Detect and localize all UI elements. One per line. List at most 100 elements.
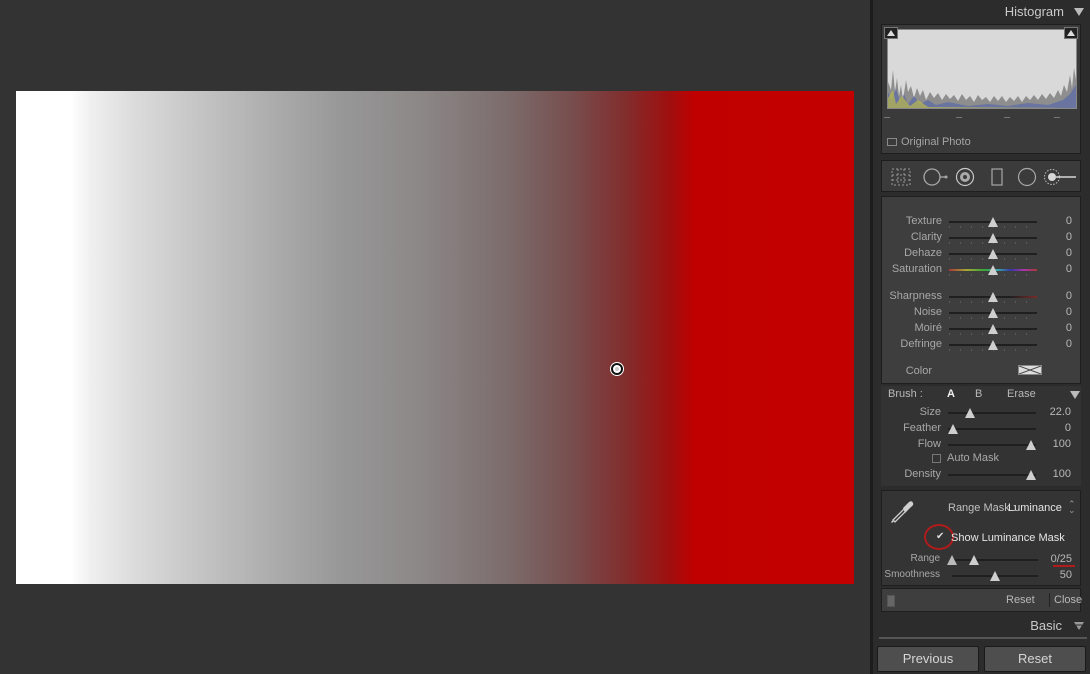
image-canvas[interactable]: [0, 0, 870, 674]
color-row: Color: [882, 364, 1082, 380]
histogram-collapse-icon[interactable]: [1074, 8, 1084, 16]
adjustment-brush-icon[interactable]: [1044, 167, 1078, 187]
clarity-value[interactable]: 0: [1066, 231, 1072, 243]
dehaze-value[interactable]: 0: [1066, 247, 1072, 259]
brush-collapse-icon[interactable]: [1070, 391, 1080, 399]
basic-panel-title[interactable]: Basic: [1030, 618, 1062, 633]
flow-slider[interactable]: [948, 444, 1036, 446]
moire-slider-thumb[interactable]: [988, 324, 998, 334]
histogram-readout-dash: [884, 117, 890, 118]
photo-gradient-preview[interactable]: [16, 91, 854, 584]
lightroom-develop-window: Histogram Original Photo Texture 0 Clari…: [0, 0, 1090, 674]
color-swatch[interactable]: [1018, 365, 1042, 375]
previous-button[interactable]: Previous: [877, 646, 979, 672]
size-slider-thumb[interactable]: [965, 408, 975, 418]
highlight-clipping-toggle[interactable]: [1064, 27, 1078, 39]
crop-icon[interactable]: [922, 167, 948, 187]
sharpness-row: Sharpness 0: [882, 289, 1082, 305]
brush-a-tab[interactable]: A: [947, 388, 955, 400]
noise-label: Noise: [913, 306, 942, 318]
saturation-label: Saturation: [891, 263, 942, 275]
brush-erase-tab[interactable]: Erase: [1007, 388, 1036, 400]
brush-b-tab[interactable]: B: [975, 388, 982, 400]
smoothness-row: Smoothness 50: [882, 568, 1082, 584]
clarity-row: Clarity 0: [882, 230, 1082, 246]
range-slider-thumb-right[interactable]: [969, 555, 979, 565]
density-slider-thumb[interactable]: [1026, 470, 1036, 480]
sharpness-value[interactable]: 0: [1066, 290, 1072, 302]
density-row: Density 100: [881, 467, 1081, 483]
range-label: Range: [910, 553, 940, 564]
saturation-slider-thumb[interactable]: [988, 265, 998, 275]
dehaze-slider-thumb[interactable]: [988, 249, 998, 259]
reset-button[interactable]: Reset: [984, 646, 1086, 672]
histogram-title[interactable]: Histogram: [1005, 4, 1064, 19]
annotation-circle: [924, 524, 954, 550]
moire-value[interactable]: 0: [1066, 322, 1072, 334]
feather-row: Feather 0: [881, 421, 1081, 437]
noise-value[interactable]: 0: [1066, 306, 1072, 318]
flow-label: Flow: [917, 438, 941, 450]
defringe-slider-thumb[interactable]: [988, 340, 998, 350]
auto-mask-checkbox[interactable]: [932, 454, 941, 463]
mask-close-button[interactable]: Close: [1054, 594, 1082, 606]
histogram-readout-dash: [1054, 117, 1060, 118]
range-mask-label: Range Mask :: [948, 502, 1016, 514]
feather-slider[interactable]: [948, 428, 1036, 430]
shadow-clipping-toggle[interactable]: [884, 27, 898, 39]
range-slider-thumb-left[interactable]: [947, 555, 957, 565]
texture-value[interactable]: 0: [1066, 215, 1072, 227]
smoothness-slider-thumb[interactable]: [990, 571, 1000, 581]
auto-mask-label: Auto Mask: [947, 452, 999, 464]
feather-value[interactable]: 0: [1065, 422, 1071, 434]
feather-label: Feather: [903, 422, 941, 434]
brush-settings: Brush : A B Erase Size 22.0 Feather 0 Fl…: [881, 386, 1081, 486]
grid-overlay-icon[interactable]: [890, 167, 912, 187]
mask-reset-button[interactable]: Reset: [1006, 594, 1035, 606]
density-value[interactable]: 100: [1053, 468, 1071, 480]
radial-filter-icon[interactable]: [1016, 167, 1038, 187]
histogram-readout-dash: [1004, 117, 1010, 118]
original-photo-label: Original Photo: [901, 136, 971, 148]
clarity-label: Clarity: [910, 231, 942, 243]
color-label: Color: [905, 365, 932, 377]
moire-label: Moiré: [914, 322, 942, 334]
annotation-underline: [1053, 565, 1075, 567]
sharpness-label: Sharpness: [889, 290, 942, 302]
sharpness-slider-thumb[interactable]: [988, 292, 998, 302]
eyedropper-icon[interactable]: [888, 497, 916, 525]
range-mask-stepper-icon[interactable]: ⌃ ⌄: [1068, 500, 1076, 515]
feather-slider-thumb[interactable]: [948, 424, 958, 434]
range-row: Range 0/25: [882, 552, 1082, 568]
basic-collapse-icon[interactable]: [1074, 621, 1084, 631]
defringe-value[interactable]: 0: [1066, 338, 1072, 350]
range-mask-select[interactable]: Luminance: [1008, 502, 1062, 514]
range-value[interactable]: 0/25: [1051, 553, 1072, 565]
density-slider[interactable]: [948, 474, 1036, 476]
noise-slider-thumb[interactable]: [988, 308, 998, 318]
texture-slider-thumb[interactable]: [988, 217, 998, 227]
flow-slider-thumb[interactable]: [1026, 440, 1036, 450]
graduated-filter-icon[interactable]: [986, 167, 1008, 187]
panel-divider: [879, 637, 1087, 639]
size-value[interactable]: 22.0: [1050, 406, 1071, 418]
density-label: Density: [904, 468, 941, 480]
histogram-graph: [887, 29, 1077, 109]
mask-toggle-icon[interactable]: [887, 595, 895, 607]
size-slider[interactable]: [948, 412, 1036, 414]
original-photo-checkbox[interactable]: [887, 138, 897, 146]
spot-removal-icon[interactable]: [954, 167, 976, 187]
texture-label: Texture: [905, 215, 942, 227]
right-panel: Histogram Original Photo Texture 0 Clari…: [870, 0, 1090, 674]
smoothness-value[interactable]: 50: [1060, 569, 1072, 581]
noise-row: Noise 0: [882, 305, 1082, 321]
dehaze-label: Dehaze: [904, 247, 942, 259]
footer-divider: [1049, 593, 1050, 607]
histogram-readout-dash: [956, 117, 962, 118]
clarity-slider-thumb[interactable]: [988, 233, 998, 243]
flow-value[interactable]: 100: [1053, 438, 1071, 450]
texture-row: Texture 0: [882, 214, 1082, 230]
flow-row: Flow 100: [881, 437, 1081, 453]
range-slider[interactable]: [952, 559, 1038, 561]
saturation-value[interactable]: 0: [1066, 263, 1072, 275]
